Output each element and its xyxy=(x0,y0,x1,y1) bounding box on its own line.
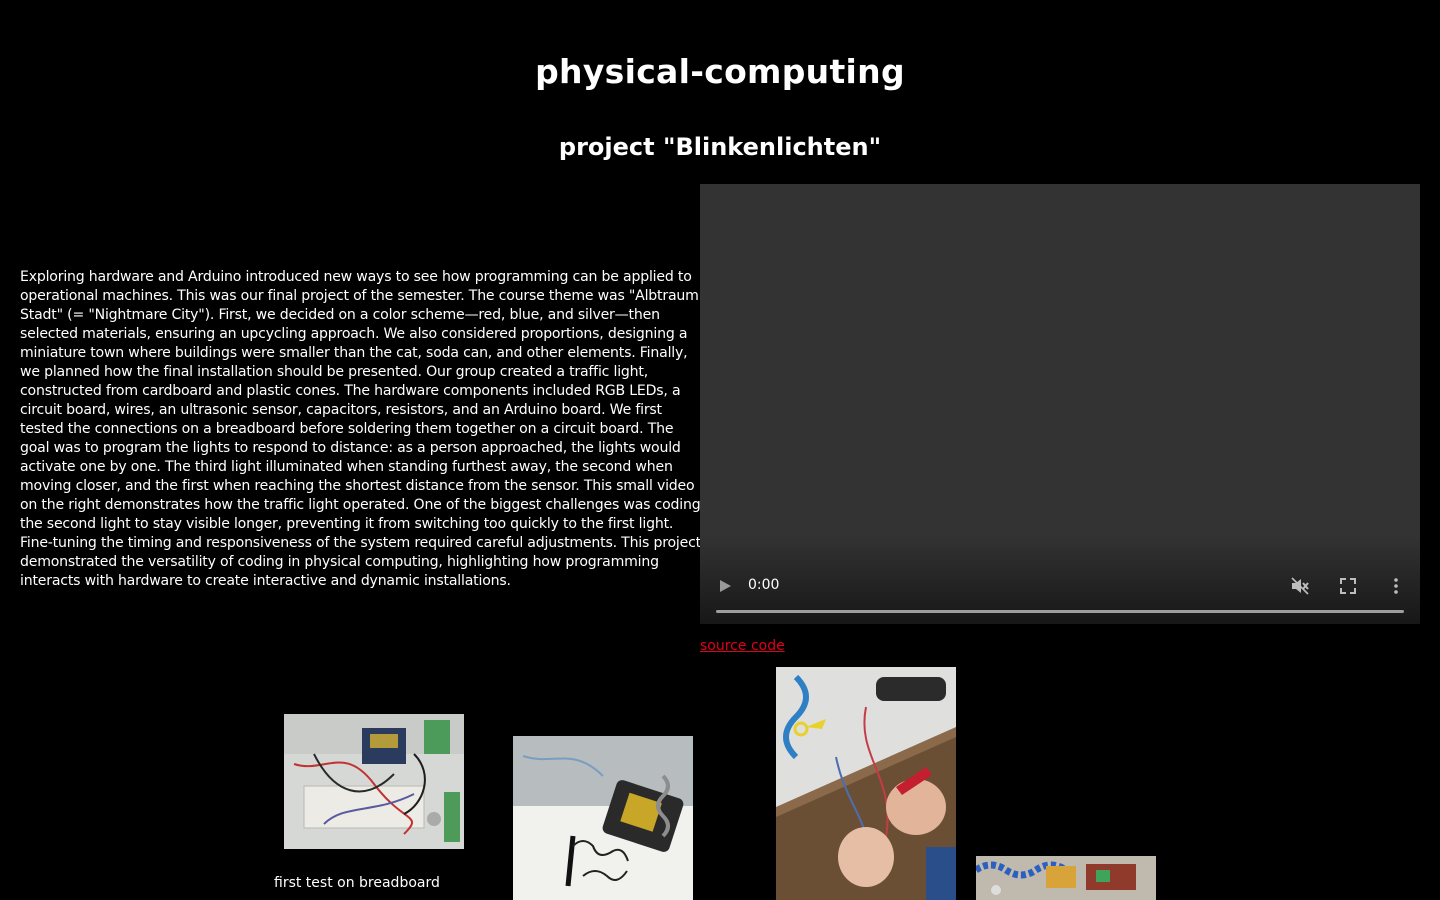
page: physical-computing project "Blinkenlicht… xyxy=(0,0,1440,900)
photo-workbench-parts xyxy=(976,856,1156,900)
play-icon xyxy=(720,580,731,592)
photo-caption: first test on breadboard xyxy=(274,875,440,891)
video-player[interactable]: 0:00 xyxy=(700,184,1420,624)
project-subtitle: project "Blinkenlichten" xyxy=(558,133,882,161)
source-code-link[interactable]: source code xyxy=(700,638,785,654)
more-vertical-icon xyxy=(1394,578,1398,594)
video-time: 0:00 xyxy=(748,577,780,593)
fullscreen-button[interactable] xyxy=(1338,576,1358,596)
more-options-button[interactable] xyxy=(1388,576,1404,596)
fullscreen-icon xyxy=(1340,578,1356,594)
photo-soldering-station xyxy=(513,736,693,900)
page-title: physical-computing xyxy=(535,52,905,91)
photo-wiring-leds xyxy=(776,667,956,900)
video-progress-bar[interactable] xyxy=(716,610,1404,613)
mute-button[interactable] xyxy=(1290,576,1310,596)
photo-breadboard-test xyxy=(284,714,464,849)
play-button[interactable] xyxy=(716,576,734,596)
project-description: Exploring hardware and Arduino introduce… xyxy=(20,269,701,589)
muted-speaker-icon xyxy=(1291,577,1309,595)
